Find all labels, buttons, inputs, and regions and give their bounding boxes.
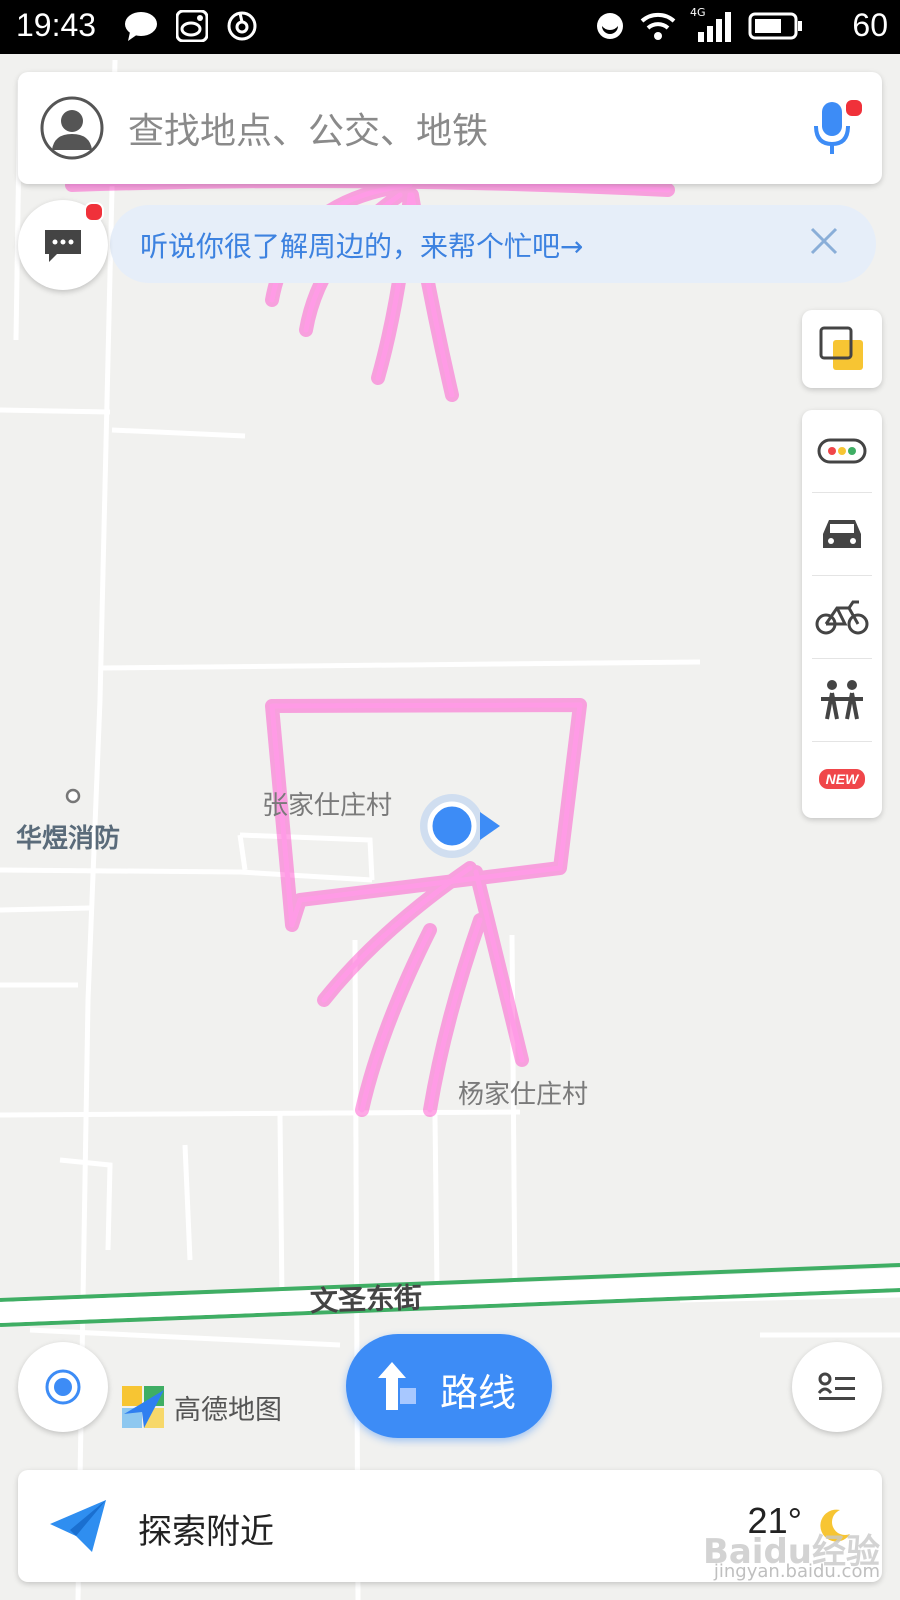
poi-label[interactable]: 华煜消防	[16, 818, 120, 855]
search-input[interactable]: 查找地点、公交、地铁	[128, 102, 488, 154]
watermark: Baidu经验 jingyan.baidu.com	[702, 1532, 880, 1582]
village-label-yangjia[interactable]: 杨家仕庄村	[458, 1074, 588, 1111]
route-button-label: 路线	[440, 1371, 517, 1415]
map-tools-panel: NEW	[802, 410, 882, 818]
battery-icon	[748, 12, 802, 40]
paper-plane-icon	[50, 1500, 106, 1552]
netease-music-icon	[227, 11, 257, 41]
cell-signal-icon: 4G	[690, 6, 734, 42]
battery-level: 60	[852, 7, 888, 43]
new-feature-button[interactable]: NEW	[802, 742, 882, 816]
message-button[interactable]	[18, 200, 108, 290]
locate-icon	[45, 1369, 81, 1405]
message-icon	[45, 230, 81, 262]
locate-button[interactable]	[18, 1342, 108, 1432]
village-label-zhangjia[interactable]: 张家仕庄村	[262, 785, 392, 822]
amap-logo-text: 高德地图	[174, 1394, 282, 1426]
message-notification-dot	[84, 202, 104, 222]
close-icon[interactable]	[806, 223, 842, 259]
do-not-disturb-icon	[597, 13, 623, 39]
contribution-banner[interactable]: 听说你很了解周边的，来帮个忙吧→	[110, 205, 876, 283]
street-label[interactable]: 文圣东街	[309, 1276, 423, 1320]
route-arrow-icon	[378, 1362, 416, 1410]
mic-notification-dot	[844, 98, 864, 118]
layers-icon	[819, 326, 863, 370]
list-button[interactable]	[792, 1342, 882, 1432]
network-type: 4G	[690, 6, 706, 19]
bicycle-icon	[815, 600, 869, 635]
search-bar[interactable]: 查找地点、公交、地铁	[18, 72, 882, 184]
bike-button[interactable]	[802, 576, 882, 658]
taxi-button[interactable]	[802, 493, 882, 575]
taxi-icon	[823, 520, 861, 548]
amap-logo: 高德地图	[120, 1384, 282, 1430]
layers-button[interactable]	[802, 310, 882, 388]
list-icon	[817, 1372, 855, 1400]
walk-button[interactable]	[802, 659, 882, 741]
amap-logo-icon	[122, 1386, 164, 1428]
traffic-light-icon	[817, 438, 867, 464]
people-icon	[821, 680, 863, 720]
watermark-url: jingyan.baidu.com	[713, 1561, 880, 1582]
chat-bubble-icon	[125, 12, 157, 41]
status-bar: 19:43 4G 60	[0, 0, 900, 54]
current-location-marker	[420, 794, 500, 858]
banner-text[interactable]: 听说你很了解周边的，来帮个忙吧→	[140, 225, 583, 265]
route-button[interactable]: 路线	[346, 1334, 552, 1438]
traffic-button[interactable]	[802, 410, 882, 492]
wifi-icon	[640, 12, 676, 40]
weibo-icon	[176, 10, 208, 42]
explore-nearby-label: 探索附近	[138, 1512, 274, 1552]
new-badge: NEW	[818, 769, 866, 789]
watermark-brand: Baidu经验	[702, 1532, 880, 1572]
user-avatar-icon[interactable]	[40, 96, 104, 160]
clock: 19:43	[16, 7, 97, 43]
